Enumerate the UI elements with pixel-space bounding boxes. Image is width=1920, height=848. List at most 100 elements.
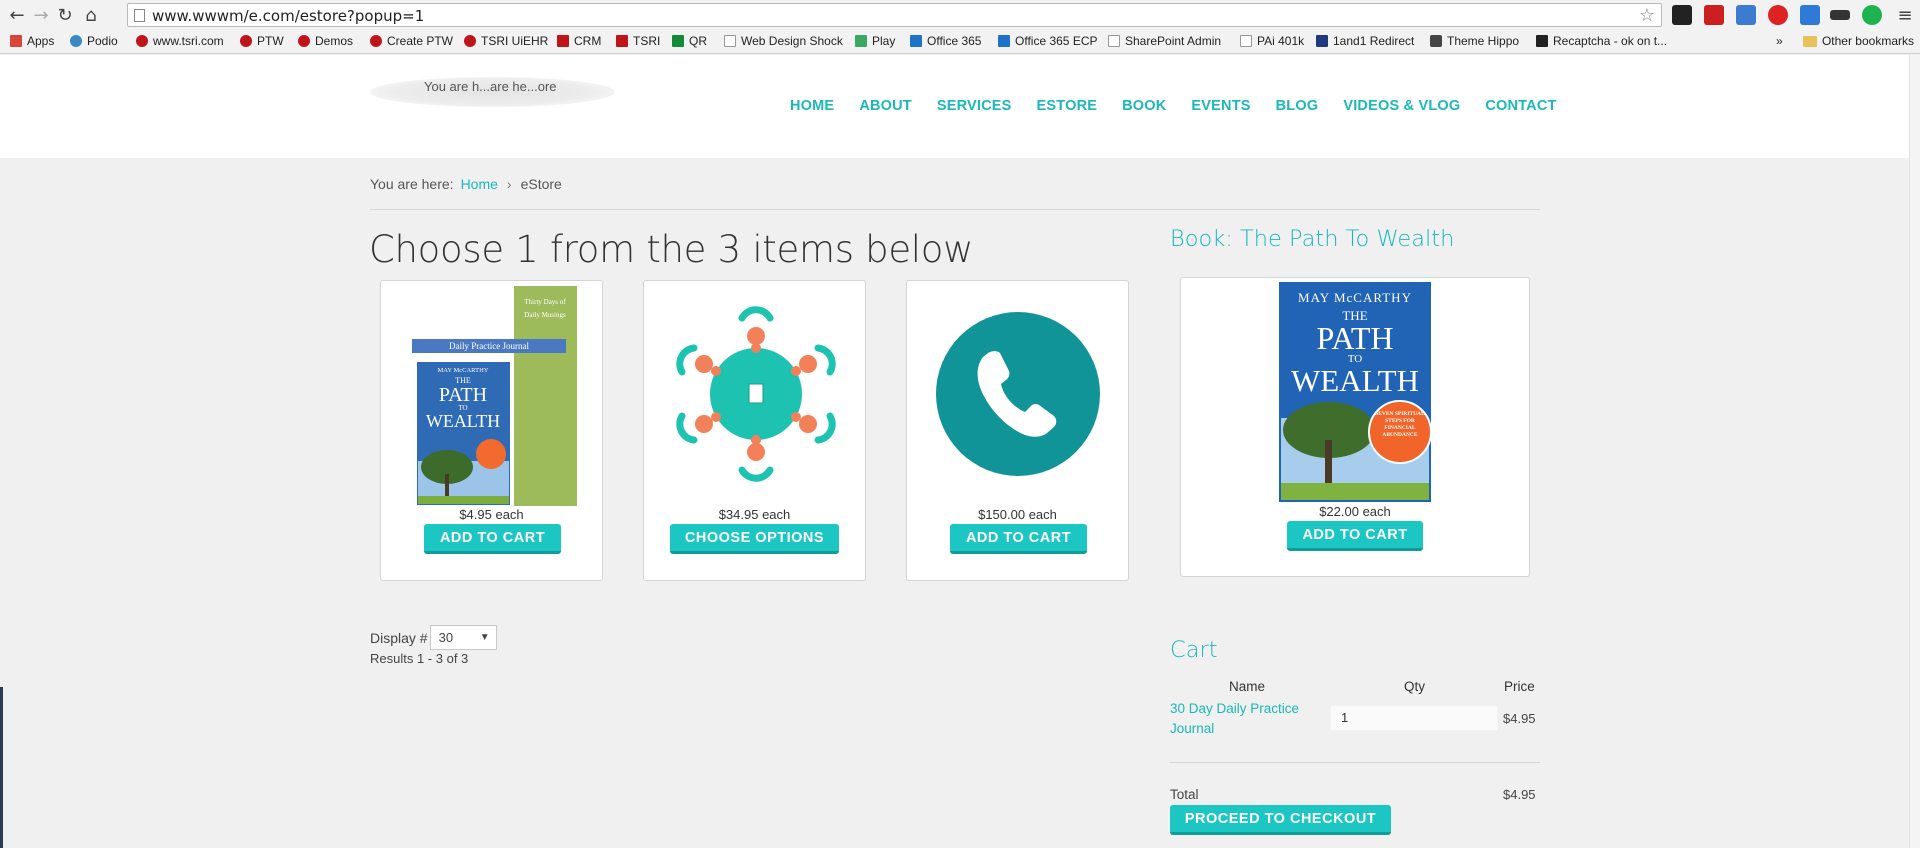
cart-header-price: Price [1504,679,1535,694]
adblock-plus-icon[interactable] [1768,5,1788,25]
sidebar-book-title[interactable]: Book: The Path To Wealth [1170,226,1454,252]
page-icon [724,35,736,47]
product-card-coaching: $34.95 each CHOOSE OPTIONS [643,280,866,581]
bookmark-item[interactable]: QR [672,34,707,48]
add-to-cart-button[interactable]: ADD TO CART [424,524,561,554]
nav-book[interactable]: BOOK [1122,98,1166,114]
sidebar-book-card: MAY McCARTHY THE PATH TO WEALTH SEVEN SP… [1180,277,1530,577]
bookmark-label: Office 365 ECP [1015,34,1098,48]
nav-events[interactable]: EVENTS [1191,98,1250,114]
nav-about[interactable]: ABOUT [859,98,912,114]
menu-icon[interactable]: ≡ [1894,4,1916,26]
bookmark-item[interactable]: Demos [298,34,353,48]
page-icon [1108,35,1120,47]
bookmark-item[interactable]: Recaptcha - ok on t... [1536,34,1667,48]
bookmark-item[interactable]: Office 365 ECP [998,34,1098,48]
bookmark-label: TSRI UiEHR [481,34,549,48]
play-icon [855,35,867,47]
qr-icon [672,35,684,47]
page-edge-decoration [0,687,3,848]
book-add-to-cart-button[interactable]: ADD TO CART [1287,521,1423,551]
journal-title-path: PATH [439,384,487,406]
screenshot-extension-icon[interactable] [1736,5,1756,25]
reload-icon[interactable]: ↻ [54,4,76,26]
display-label: Display # [370,629,428,646]
bookmark-item[interactable]: Office 365 [910,34,981,48]
display-count-control: Display # 30 ▼ [370,625,497,650]
breadcrumb-home-link[interactable]: Home [461,176,498,192]
bookmark-item[interactable]: TSRI UiEHR [464,34,548,48]
bookmark-item[interactable]: Podio [70,34,118,48]
book-price: $22.00 each [1319,504,1391,519]
url-text[interactable]: www.wwwm/e.com/estore?popup=1 [152,7,424,25]
product-price: $150.00 each [978,507,1057,522]
bookmark-item[interactable]: PTW [240,34,284,48]
add-to-cart-button[interactable]: ADD TO CART [950,524,1087,554]
owl-extension-icon[interactable] [1672,5,1692,25]
nav-videos-vlog[interactable]: VIDEOS & VLOG [1343,98,1460,114]
bookmark-item[interactable]: Web Design Shock [724,34,843,48]
bookmark-item[interactable]: 1and1 Redirect [1316,34,1414,48]
journal-cover-text: Daily Musings [524,311,566,319]
bookmark-item[interactable]: SharePoint Admin [1108,34,1221,48]
bookmark-item[interactable]: www.tsri.com [136,34,224,48]
book-cover-image[interactable]: MAY McCARTHY THE PATH TO WEALTH SEVEN SP… [1181,278,1529,503]
bookmark-star-icon[interactable]: ☆ [1639,5,1655,26]
bookmark-item[interactable]: PAi 401k [1240,34,1304,48]
bookmarks-overflow-button[interactable]: » [1776,34,1783,48]
bookmark-item[interactable]: CRM [557,34,601,48]
bookmark-item[interactable]: Create PTW [370,34,453,48]
nav-blog[interactable]: BLOG [1276,98,1319,114]
phone-call-icon[interactable] [907,281,1128,506]
bookmark-label: Recaptcha - ok on t... [1553,34,1668,48]
bookmark-label: Office 365 [927,34,982,48]
bookmark-label: Play [872,34,896,48]
tsri-icon [616,35,628,47]
book-cover-wealth: WEALTH [1291,363,1419,398]
office-icon [910,35,922,47]
page-icon [1240,35,1252,47]
nav-services[interactable]: SERVICES [937,98,1012,114]
results-count: Results 1 - 3 of 3 [370,651,469,666]
proceed-to-checkout-button[interactable]: PROCEED TO CHECKOUT [1170,805,1391,835]
book-cover-path: PATH [1316,320,1393,356]
recaptcha-icon [1536,35,1548,47]
product-price: $4.95 each [459,507,524,522]
cart-qty-input[interactable]: 1 [1330,705,1498,731]
page-scrollbar[interactable] [1909,55,1920,848]
dropdown-arrow-icon: ▼ [479,632,490,643]
back-icon[interactable]: ← [6,4,28,26]
nav-estore[interactable]: ESTORE [1037,98,1098,114]
home-icon[interactable]: ⌂ [80,4,102,26]
journal-banner-text: Daily Practice Journal [449,341,529,351]
display-count-select[interactable]: 30 ▼ [429,625,497,650]
nav-contact[interactable]: CONTACT [1485,98,1556,114]
bookmark-apps[interactable]: Apps [10,34,54,48]
office-icon [998,35,1010,47]
download-extension-icon[interactable] [1800,5,1820,25]
bookmark-item[interactable]: Theme Hippo [1430,34,1519,48]
crm-icon [557,35,569,47]
logo-text: You are h...are he...ore [424,79,557,94]
theme-hippo-icon [1430,35,1442,47]
journal-cover-image[interactable]: Thirty Days of Daily Musings Daily Pract… [381,281,602,506]
bookmark-item[interactable]: TSRI [616,34,660,48]
choose-options-button[interactable]: CHOOSE OPTIONS [670,524,839,554]
bookmark-label: Apps [27,34,55,48]
other-bookmarks[interactable]: Other bookmarks [1802,34,1914,48]
tsri-icon [240,35,252,47]
address-bar[interactable]: www.wwwm/e.com/estore?popup=1 ☆ [127,3,1662,27]
cart-header-qty: Qty [1404,679,1426,694]
lastpass-extension-icon[interactable] [1704,5,1724,25]
breadcrumb-prefix: You are here: [370,176,454,192]
book-cover-badge: SEVEN SPIRITUAL STEPS FOR FINANCIAL ABUN… [1375,411,1425,438]
cart-item-link[interactable]: 30 Day Daily Practice Journal [1170,699,1315,739]
bookmark-item[interactable]: Play [855,34,895,48]
nav-home[interactable]: HOME [790,98,834,114]
mask-extension-icon[interactable] [1830,10,1850,20]
journal-title-wealth: WEALTH [426,411,500,431]
forward-icon[interactable]: → [30,4,52,26]
tsri-icon [370,35,382,47]
grammarly-icon[interactable] [1862,5,1882,25]
meeting-table-image[interactable] [644,281,865,506]
